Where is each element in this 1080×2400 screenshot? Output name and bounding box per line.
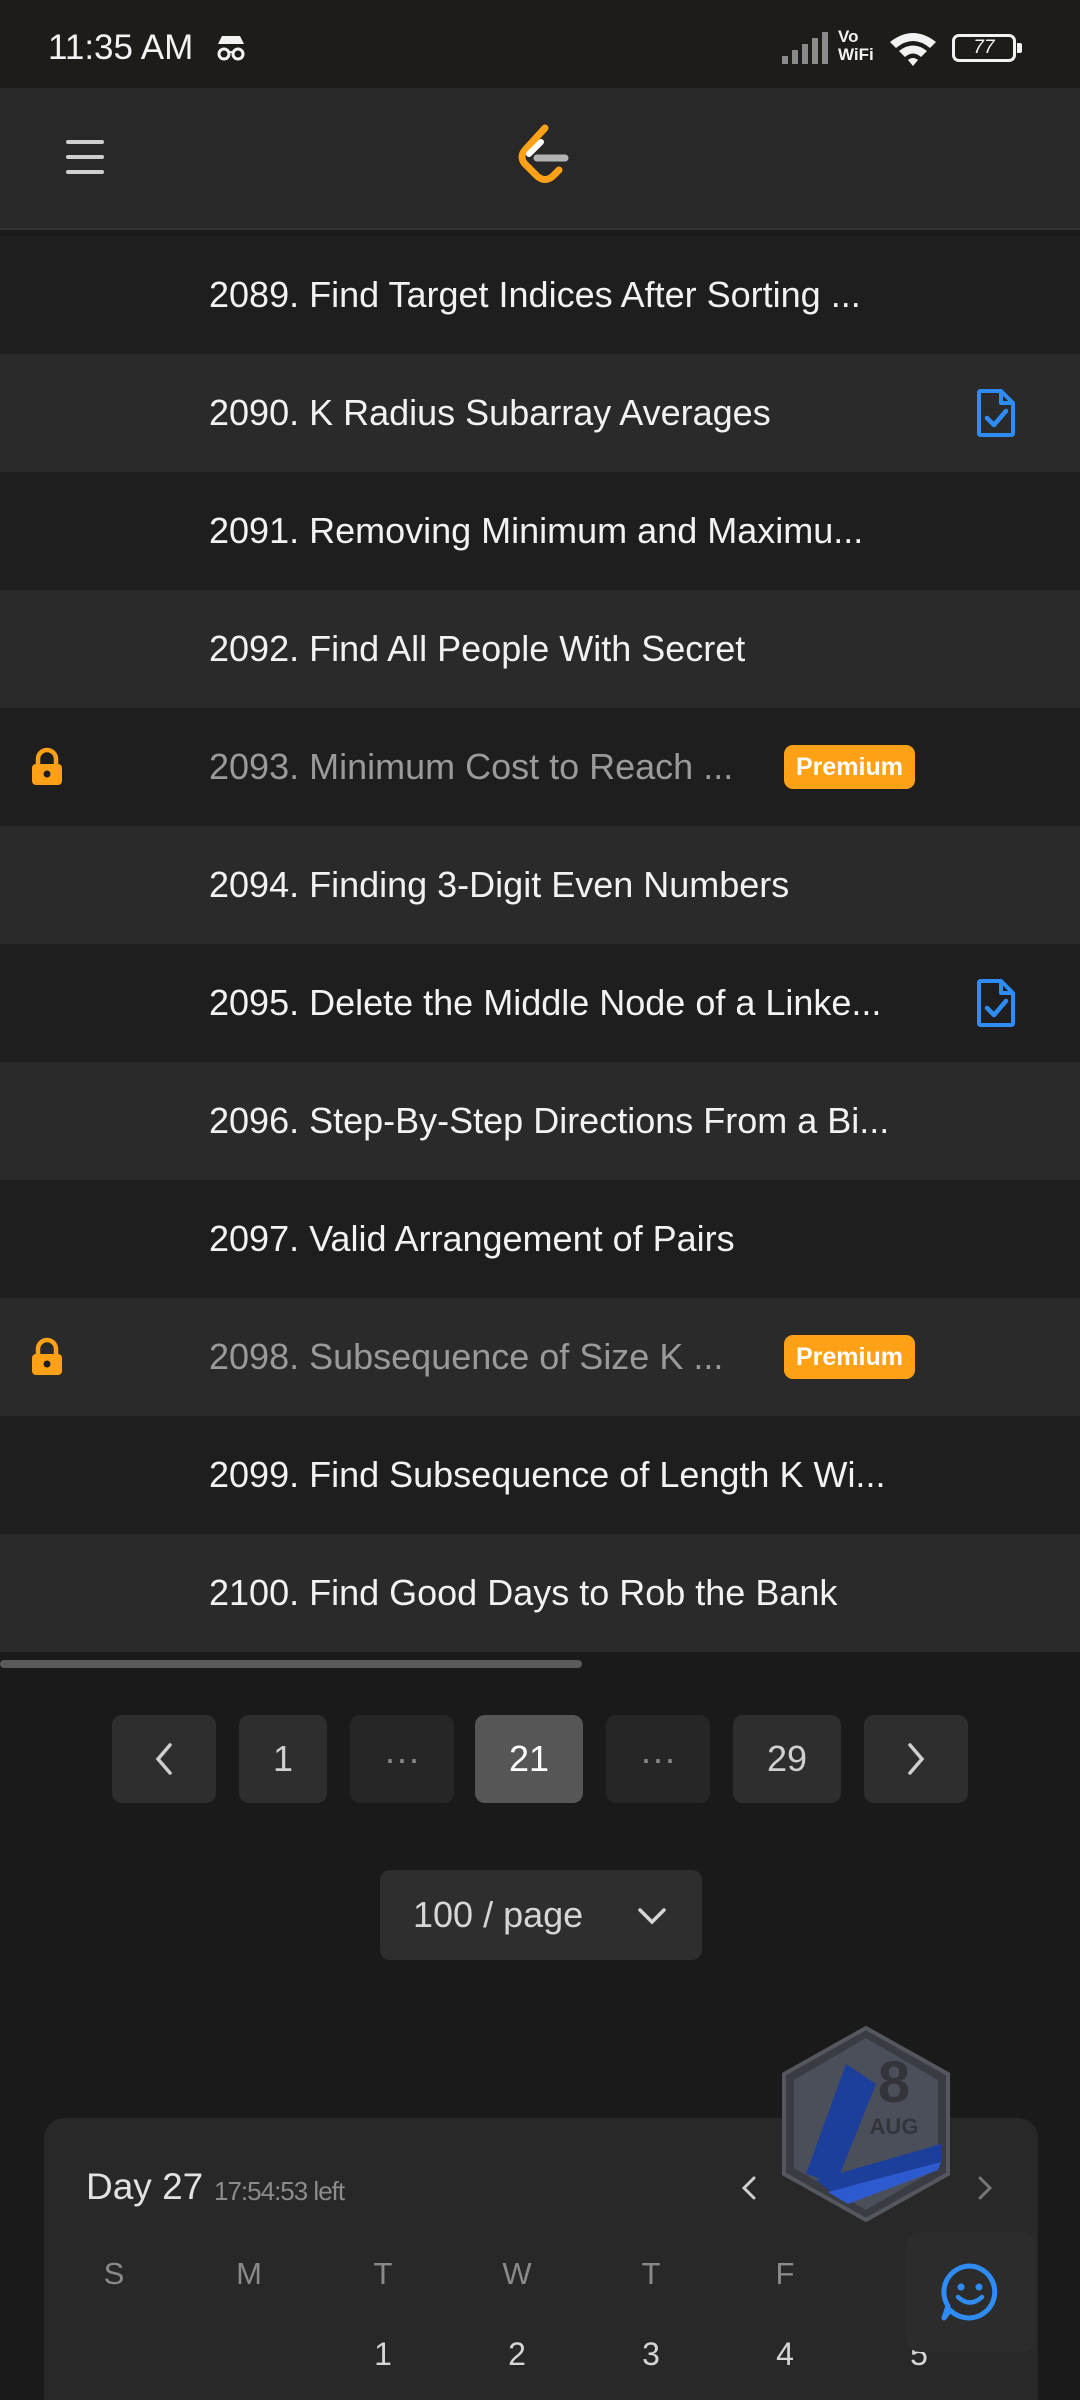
problem-row[interactable]: 2094. Finding 3-Digit Even Numbers [0, 826, 1080, 944]
chevron-left-icon [155, 1743, 172, 1775]
page-1-button[interactable]: 1 [239, 1715, 327, 1803]
problem-row[interactable]: 2091. Removing Minimum and Maximu... [0, 472, 1080, 590]
problem-row[interactable]: 2098. Subsequence of Size K ... Premium [0, 1298, 1080, 1416]
wifi-icon [890, 33, 936, 66]
page-current-button[interactable]: 21 [475, 1715, 583, 1803]
vowifi-icon: Vo WiFi [838, 28, 874, 64]
calendar-next-icon[interactable] [970, 2170, 1000, 2206]
weekday-label: T [641, 2256, 661, 2291]
problem-row[interactable]: 2099. Find Subsequence of Length K Wi... [0, 1416, 1080, 1534]
page-size-select[interactable]: 100 / page [380, 1870, 702, 1960]
problem-title[interactable]: 2091. Removing Minimum and Maximu... [209, 510, 863, 552]
weekday-label: T [373, 2256, 393, 2291]
page-jump-back-button[interactable]: ··· [350, 1715, 454, 1803]
weekday-label: S [103, 2256, 125, 2291]
leetcode-logo[interactable] [515, 124, 571, 188]
signal-icon [782, 32, 828, 64]
hamburger-menu-icon[interactable] [66, 140, 104, 174]
chevron-down-icon [638, 1908, 666, 1925]
vowifi-line1: Vo [838, 27, 859, 46]
problem-title[interactable]: 2092. Find All People With Secret [209, 628, 745, 670]
problem-list: 2089. Find Target Indices After Sorting … [0, 236, 1080, 1652]
problem-title[interactable]: 2096. Step-By-Step Directions From a Bi.… [209, 1100, 889, 1142]
problem-row[interactable]: 2096. Step-By-Step Directions From a Bi.… [0, 1062, 1080, 1180]
feedback-button[interactable] [906, 2232, 1036, 2352]
weekday-label: M [236, 2256, 262, 2291]
lock-icon [32, 1337, 62, 1375]
page-29-button[interactable]: 29 [733, 1715, 841, 1803]
problem-title[interactable]: 2090. K Radius Subarray Averages [209, 392, 771, 434]
problem-title[interactable]: 2089. Find Target Indices After Sorting … [209, 274, 861, 316]
monthly-badge-icon[interactable]: 8 AUG [776, 2024, 956, 2224]
badge-month: AUG [870, 2114, 919, 2139]
page-jump-forward-button[interactable]: ··· [606, 1715, 710, 1803]
problem-row[interactable]: 2095. Delete the Middle Node of a Linke.… [0, 944, 1080, 1062]
problem-row[interactable]: 2100. Find Good Days to Rob the Bank [0, 1534, 1080, 1652]
next-page-button[interactable] [864, 1715, 968, 1803]
status-time: 11:35 AM [48, 28, 194, 67]
vowifi-line2: WiFi [838, 45, 874, 64]
lock-icon [32, 747, 62, 785]
premium-badge: Premium [784, 745, 915, 789]
smiley-chat-icon [941, 2263, 998, 2321]
problem-row[interactable]: 2089. Find Target Indices After Sorting … [0, 236, 1080, 354]
badge-day: 8 [878, 2050, 910, 2115]
chevron-right-icon [908, 1743, 925, 1775]
calendar-date[interactable]: 4 [755, 2336, 815, 2373]
page-size-label: 100 / page [413, 1894, 584, 1935]
horizontal-scrollbar[interactable] [0, 1660, 582, 1668]
premium-badge: Premium [784, 1335, 915, 1379]
problem-title[interactable]: 2098. Subsequence of Size K ... [209, 1336, 723, 1378]
problem-title[interactable]: 2099. Find Subsequence of Length K Wi... [209, 1454, 885, 1496]
incognito-icon [217, 36, 245, 61]
problem-row[interactable]: 2097. Valid Arrangement of Pairs [0, 1180, 1080, 1298]
calendar-prev-icon[interactable] [734, 2170, 764, 2206]
app-header [0, 88, 1080, 230]
pagination: 1 ··· 21 ··· 29 [0, 1715, 1080, 1805]
prev-page-button[interactable] [112, 1715, 216, 1803]
problem-title[interactable]: 2097. Valid Arrangement of Pairs [209, 1218, 735, 1260]
problem-title[interactable]: 2100. Find Good Days to Rob the Bank [209, 1572, 837, 1614]
calendar-date[interactable]: 3 [621, 2336, 681, 2373]
problem-row[interactable]: 2092. Find All People With Secret [0, 590, 1080, 708]
battery-level: 77 [973, 37, 995, 58]
calendar-day: Day 27 [86, 2166, 204, 2207]
problem-title[interactable]: 2094. Finding 3-Digit Even Numbers [209, 864, 789, 906]
calendar-time-left: 17:54:53 left [214, 2176, 345, 2206]
weekday-label: F [775, 2256, 795, 2291]
problem-row[interactable]: 2090. K Radius Subarray Averages [0, 354, 1080, 472]
calendar-date[interactable]: 2 [487, 2336, 547, 2373]
problem-title[interactable]: 2093. Minimum Cost to Reach ... [209, 746, 733, 788]
problem-row[interactable]: 2093. Minimum Cost to Reach ... Premium [0, 708, 1080, 826]
calendar-date[interactable]: 1 [353, 2336, 413, 2373]
status-bar: 11:35 AM Vo WiFi 77 [0, 0, 1080, 88]
solution-icon[interactable] [975, 978, 1017, 1028]
battery-icon: 77 [952, 34, 1022, 62]
problem-title[interactable]: 2095. Delete the Middle Node of a Linke.… [209, 982, 881, 1024]
weekday-label: W [502, 2256, 532, 2291]
solution-icon[interactable] [975, 388, 1017, 438]
